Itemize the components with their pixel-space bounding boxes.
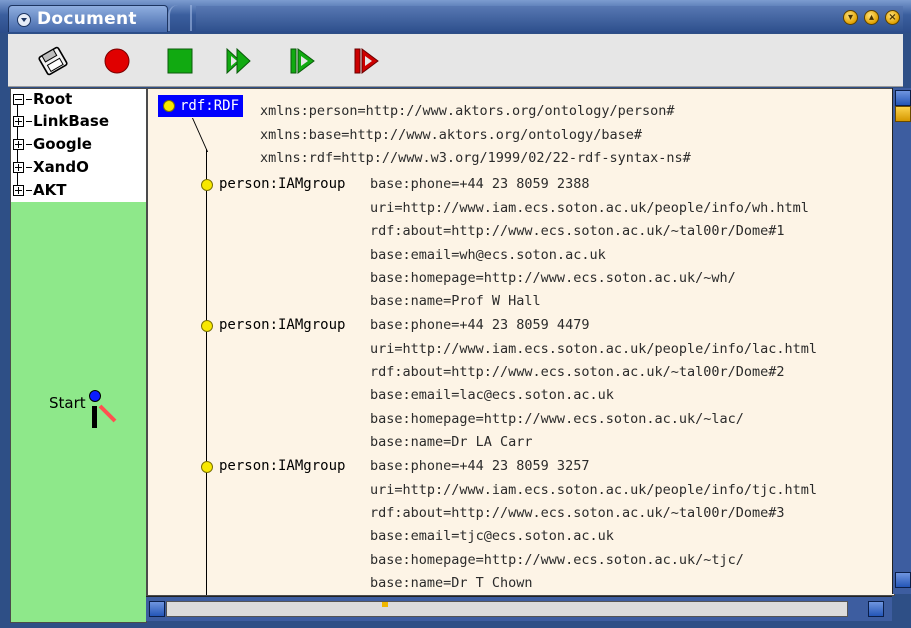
scroll-corner xyxy=(892,596,911,620)
attribute-line: xmlns:base=http://www.aktors.org/ontolog… xyxy=(260,127,643,143)
horizontal-scrollbar[interactable] xyxy=(146,596,892,621)
tree-item-linkbase[interactable]: LinkBase xyxy=(13,112,109,130)
tree-item-xando[interactable]: XandO xyxy=(13,158,89,176)
tree-item-label: Google xyxy=(33,135,92,153)
title-bar-fill[interactable] xyxy=(196,6,903,31)
tree-connector xyxy=(26,144,32,145)
expand-icon[interactable] xyxy=(13,116,24,127)
title-tab[interactable]: Document xyxy=(8,5,168,32)
start-marker-icon[interactable] xyxy=(87,389,127,435)
attribute-line: rdf:about=http://www.ecs.soton.ac.uk/~ta… xyxy=(370,364,785,380)
attribute-line: base:phone=+44 23 8059 3257 xyxy=(370,458,590,474)
tree-connector xyxy=(26,99,32,100)
step-forward-icon[interactable] xyxy=(286,44,320,78)
expand-icon[interactable] xyxy=(13,162,24,173)
node-rdf-root[interactable]: rdf:RDF xyxy=(158,95,244,117)
scroll-thumb-grip[interactable] xyxy=(382,602,388,607)
node-label[interactable]: person:IAMgroup xyxy=(219,457,345,475)
window-title: Document xyxy=(37,9,137,29)
node-label: rdf:RDF xyxy=(180,98,240,114)
step-forward-red-icon[interactable] xyxy=(350,44,384,78)
scroll-down-button[interactable] xyxy=(895,572,911,588)
maximize-icon[interactable]: ▴ xyxy=(864,10,879,25)
attribute-line: rdf:about=http://www.ecs.soton.ac.uk/~ta… xyxy=(370,223,785,239)
document-window: Document ▾ ▴ × Root LinkBase Google Xand… xyxy=(0,0,911,628)
save-disk-icon[interactable] xyxy=(36,44,70,78)
minimize-icon[interactable]: ▾ xyxy=(843,10,858,25)
attribute-line: base:phone=+44 23 8059 4479 xyxy=(370,317,590,333)
expand-icon[interactable] xyxy=(13,139,24,150)
attribute-line: base:phone=+44 23 8059 2388 xyxy=(370,176,590,192)
attribute-line: uri=http://www.iam.ecs.soton.ac.uk/peopl… xyxy=(370,341,818,357)
node-bullet-icon[interactable] xyxy=(201,461,213,473)
document-view[interactable]: rdf:RDF xmlns:person=http://www.aktors.o… xyxy=(146,88,895,596)
node-bullet-icon[interactable] xyxy=(201,320,213,332)
tree-item-google[interactable]: Google xyxy=(13,135,92,153)
node-label[interactable]: person:IAMgroup xyxy=(219,316,345,334)
tree-item-root[interactable]: Root xyxy=(13,90,72,108)
tree-connector xyxy=(26,167,32,168)
attribute-line: base:homepage=http://www.ecs.soton.ac.uk… xyxy=(370,552,744,568)
attribute-line: base:name=Dr T Chown xyxy=(370,575,533,591)
scroll-right-button[interactable] xyxy=(868,601,884,617)
tree-connector-line xyxy=(192,118,209,152)
attribute-line: base:email=lac@ecs.soton.ac.uk xyxy=(370,387,614,403)
tree-connector xyxy=(26,121,32,122)
attribute-line: base:name=Dr LA Carr xyxy=(370,434,533,450)
attribute-line: base:homepage=http://www.ecs.soton.ac.uk… xyxy=(370,270,736,286)
tree-item-akt[interactable]: AKT xyxy=(13,181,66,199)
attribute-line: base:email=wh@ecs.soton.ac.uk xyxy=(370,247,606,263)
node-bullet-icon xyxy=(163,100,175,112)
attribute-line: rdf:about=http://www.ecs.soton.ac.uk/~ta… xyxy=(370,505,785,521)
tree-item-label: Root xyxy=(33,90,73,108)
attribute-line: base:homepage=http://www.ecs.soton.ac.uk… xyxy=(370,411,744,427)
toolbar xyxy=(8,34,903,87)
tree-connector xyxy=(26,190,32,191)
stop-icon[interactable] xyxy=(163,44,197,78)
attribute-line: base:name=Prof W Hall xyxy=(370,293,541,309)
title-bar[interactable]: Document ▾ ▴ × xyxy=(0,0,911,33)
attribute-line: xmlns:person=http://www.aktors.org/ontol… xyxy=(260,103,675,119)
attribute-line: uri=http://www.iam.ecs.soton.ac.uk/peopl… xyxy=(370,200,809,216)
side-panel[interactable]: Root LinkBase Google XandO AKT Start xyxy=(10,88,147,623)
window-menu-icon[interactable] xyxy=(17,13,31,27)
tree-item-label: XandO xyxy=(33,158,89,176)
start-label: Start xyxy=(49,394,86,412)
tree-trunk-line xyxy=(206,149,207,595)
scroll-left-button[interactable] xyxy=(149,601,165,617)
tree-item-label: AKT xyxy=(33,181,67,199)
scroll-track[interactable] xyxy=(166,601,848,617)
title-decoration xyxy=(168,5,192,31)
expand-icon[interactable] xyxy=(13,185,24,196)
close-icon[interactable]: × xyxy=(885,10,900,25)
attribute-line: xmlns:rdf=http://www.w3.org/1999/02/22-r… xyxy=(260,150,691,166)
record-icon[interactable] xyxy=(100,44,134,78)
node-label[interactable]: person:IAMgroup xyxy=(219,175,345,193)
vertical-scrollbar[interactable] xyxy=(892,88,911,594)
fast-forward-icon[interactable] xyxy=(223,44,257,78)
scroll-up-button[interactable] xyxy=(895,90,911,106)
collapse-icon[interactable] xyxy=(13,94,24,105)
scroll-thumb[interactable] xyxy=(895,106,911,122)
node-bullet-icon[interactable] xyxy=(201,179,213,191)
attribute-line: base:email=tjc@ecs.soton.ac.uk xyxy=(370,528,614,544)
attribute-line: uri=http://www.iam.ecs.soton.ac.uk/peopl… xyxy=(370,482,818,498)
tree-view[interactable]: Root LinkBase Google XandO AKT xyxy=(11,89,146,202)
tree-item-label: LinkBase xyxy=(33,112,110,130)
